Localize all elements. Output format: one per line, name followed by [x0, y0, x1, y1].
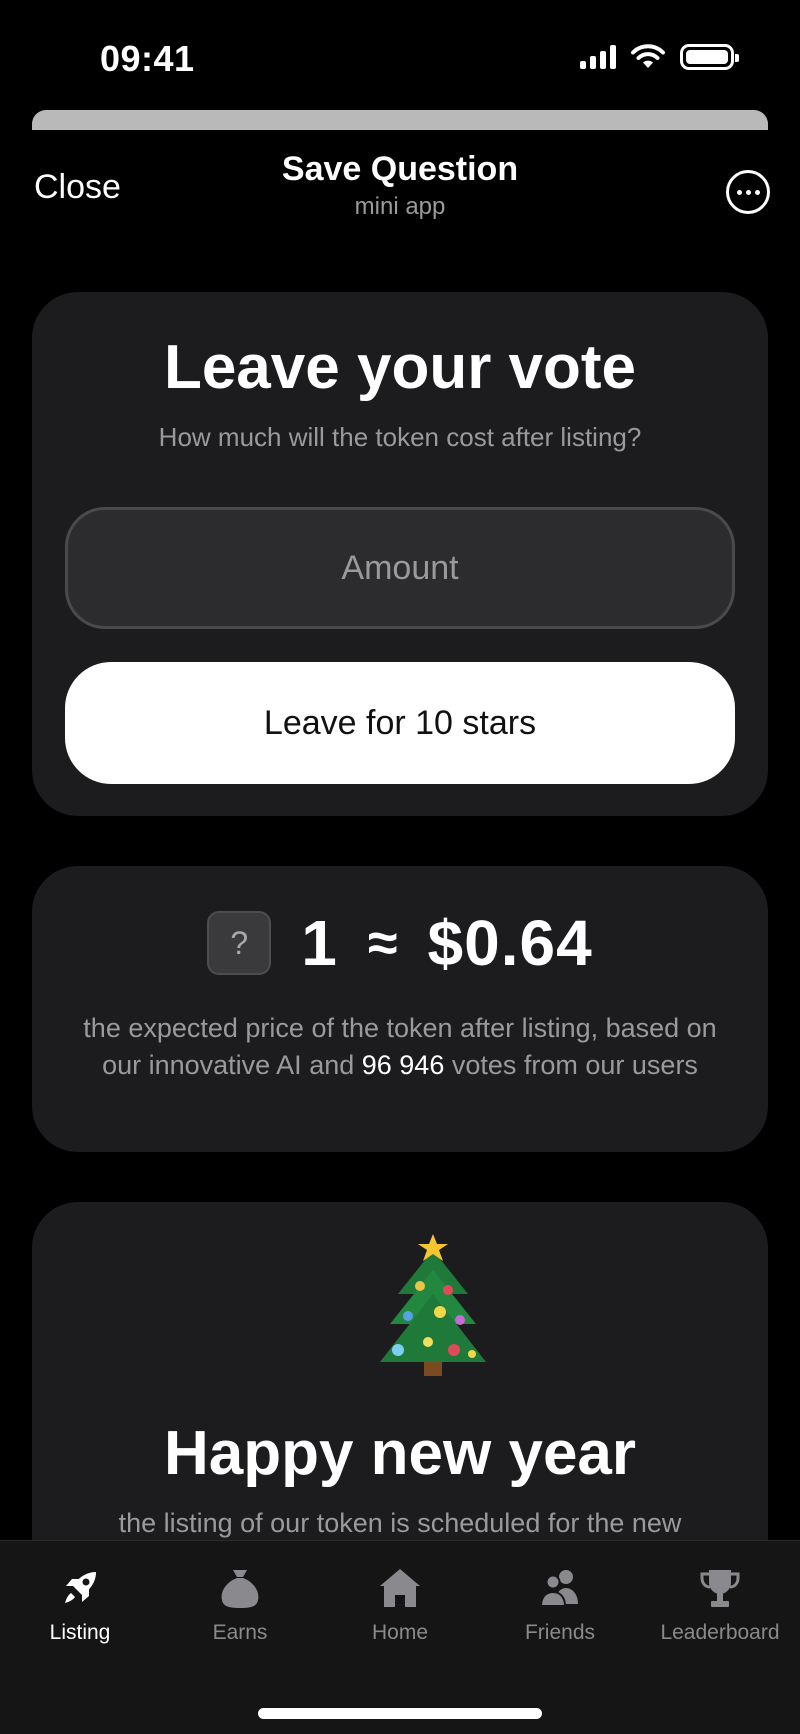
- rocket-icon: [65, 1572, 96, 1603]
- expected-price: $0.64: [427, 907, 593, 979]
- price-card: ? 1 ≈ $0.64 the expected price of the to…: [32, 866, 768, 1152]
- tab-listing[interactable]: Listing: [0, 1541, 160, 1661]
- tab-earns[interactable]: Earns: [160, 1541, 320, 1661]
- home-indicator[interactable]: [258, 1708, 542, 1719]
- amount-input[interactable]: [65, 507, 735, 629]
- christmas-tree-icon: [380, 1234, 486, 1376]
- status-icons: [580, 44, 739, 70]
- price-description: the expected price of the token after li…: [68, 1010, 732, 1084]
- tab-home[interactable]: Home: [320, 1541, 480, 1661]
- money-bag-icon: [221, 1570, 259, 1608]
- status-time: 09:41: [100, 38, 195, 79]
- tab-leaderboard[interactable]: Leaderboard: [640, 1541, 800, 1661]
- price-row: ? 1 ≈ $0.64: [32, 906, 768, 980]
- approx-symbol: ≈: [367, 913, 398, 973]
- token-amount: 1: [301, 907, 338, 979]
- home-icon: [380, 1569, 420, 1607]
- battery-icon: [680, 44, 739, 70]
- token-unknown-icon: ?: [207, 911, 272, 975]
- tab-label: Home: [371, 1621, 429, 1644]
- wifi-icon: [631, 44, 665, 68]
- header-title-group: Save Question mini app: [0, 150, 800, 221]
- vote-question: How much will the token cost after listi…: [158, 422, 642, 452]
- sheet-backdrop: [32, 110, 768, 130]
- tab-label: Leaderboard: [660, 1621, 780, 1644]
- friends-icon: [539, 1570, 578, 1607]
- tab-bar: Listing Earns Home Friends Leaderboard: [0, 1540, 800, 1734]
- new-year-heading: Happy new year: [163, 1419, 637, 1488]
- more-options-icon[interactable]: [726, 170, 770, 214]
- vote-card: Leave your vote How much will the token …: [32, 292, 768, 816]
- price-description-end: votes from our users: [444, 1050, 698, 1080]
- vote-heading: Leave your vote: [163, 333, 637, 402]
- new-year-text: the listing of our token is scheduled fo…: [118, 1508, 682, 1538]
- status-bar: 09:41: [0, 0, 800, 110]
- votes-count: 96 946: [361, 1050, 445, 1080]
- mini-app-header: Close Save Question mini app: [0, 130, 800, 250]
- cellular-signal-icon: [580, 45, 616, 69]
- leave-vote-button[interactable]: Leave for 10 stars: [65, 662, 735, 784]
- tab-label: Listing: [49, 1621, 111, 1644]
- tab-label: Friends: [524, 1621, 596, 1644]
- trophy-icon: [700, 1570, 740, 1607]
- tab-label: Earns: [212, 1621, 268, 1644]
- tab-friends[interactable]: Friends: [480, 1541, 640, 1661]
- app-subtitle: mini app: [354, 193, 446, 220]
- app-title: Save Question: [281, 150, 519, 188]
